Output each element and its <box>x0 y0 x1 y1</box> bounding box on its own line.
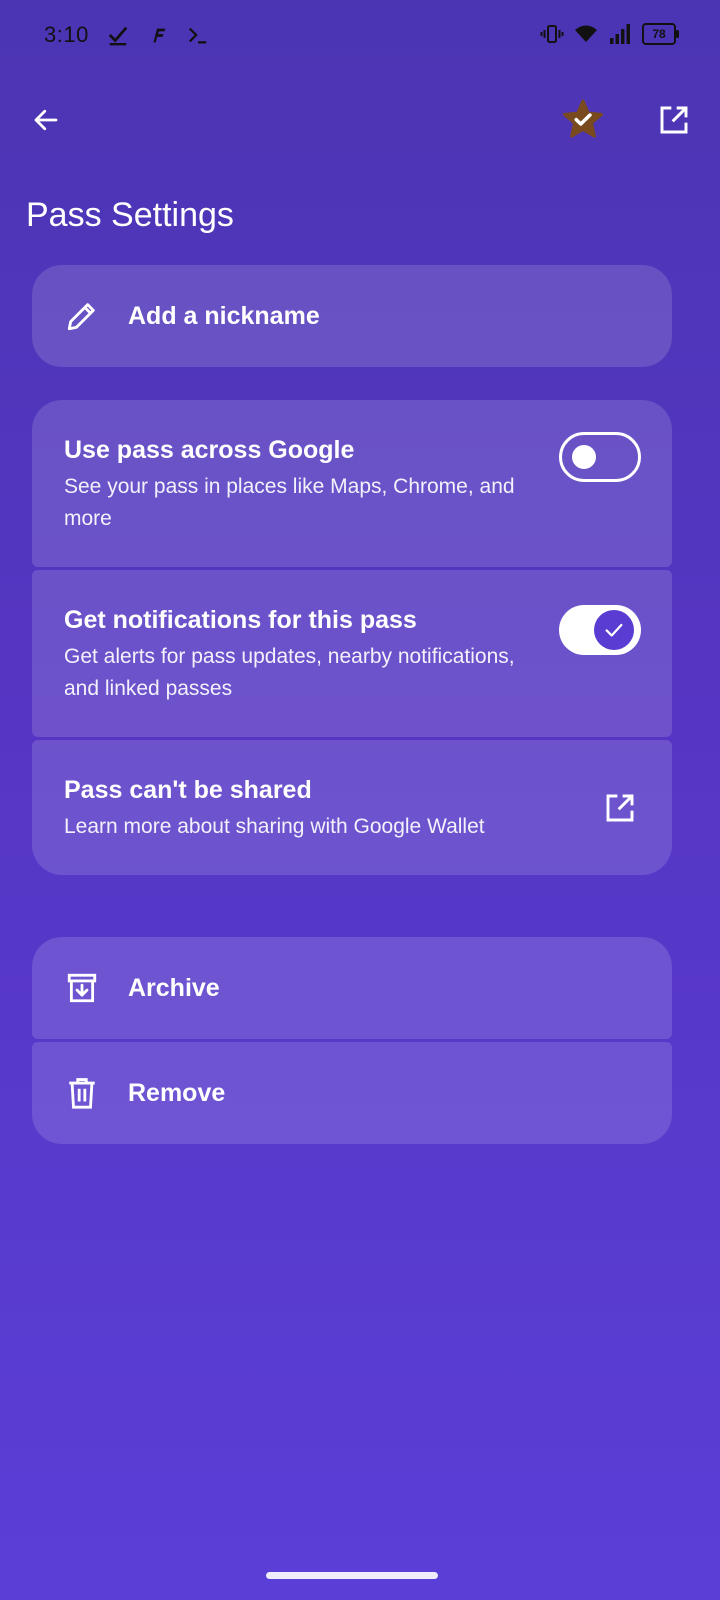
battery-level: 78 <box>652 27 666 41</box>
setting-title: Get notifications for this pass <box>64 606 417 634</box>
add-nickname-button[interactable]: Add a nickname <box>32 265 672 367</box>
battery-icon: 78 <box>642 23 679 45</box>
remove-button[interactable]: Remove <box>32 1042 672 1144</box>
setting-description: Learn more about sharing with Google Wal… <box>64 815 485 838</box>
page-title: Pass Settings <box>26 196 234 234</box>
trash-icon <box>64 1075 100 1111</box>
status-left: 3:10 <box>44 22 209 48</box>
notifications-toggle[interactable] <box>559 605 641 655</box>
signal-icon <box>610 24 630 44</box>
terminal-icon <box>188 27 207 44</box>
app-f-icon <box>153 28 166 43</box>
wifi-icon <box>575 25 597 42</box>
pencil-icon <box>64 298 100 334</box>
setting-title: Use pass across Google <box>64 436 355 464</box>
app-bar <box>0 84 720 156</box>
back-arrow-icon <box>34 109 58 131</box>
archive-button[interactable]: Archive <box>32 937 672 1039</box>
status-right: 78 <box>540 22 679 46</box>
setting-use-across-google[interactable]: Use pass across Google See your pass in … <box>32 400 672 567</box>
open-external-button[interactable] <box>646 92 702 148</box>
toggle-knob <box>572 445 596 469</box>
check-icon <box>605 623 623 637</box>
archive-label: Archive <box>128 973 220 1002</box>
setting-notifications[interactable]: Get notifications for this pass Get aler… <box>32 570 672 737</box>
star-check-icon <box>562 99 604 138</box>
archive-icon <box>64 970 100 1006</box>
status-bar: 3:10 78 <box>0 0 720 72</box>
vibrate-icon <box>540 25 564 43</box>
home-indicator[interactable] <box>266 1572 438 1579</box>
sharing-learn-more-link[interactable] <box>602 790 638 826</box>
status-time: 3:10 <box>44 22 89 47</box>
back-button[interactable] <box>18 92 74 148</box>
open-external-icon <box>660 106 688 134</box>
setting-title: Pass can't be shared <box>64 776 312 804</box>
setting-description: See your pass in places like Maps, Chrom… <box>64 475 515 530</box>
open-external-icon <box>606 794 634 822</box>
use-across-google-toggle[interactable] <box>559 432 641 482</box>
remove-label: Remove <box>128 1078 226 1107</box>
toggle-knob <box>594 610 634 650</box>
add-nickname-label: Add a nickname <box>128 301 320 330</box>
setting-sharing[interactable]: Pass can't be shared Learn more about sh… <box>32 740 672 875</box>
check-icon <box>108 26 128 46</box>
setting-description: Get alerts for pass updates, nearby noti… <box>64 645 515 700</box>
star-badge-button[interactable] <box>555 92 611 148</box>
